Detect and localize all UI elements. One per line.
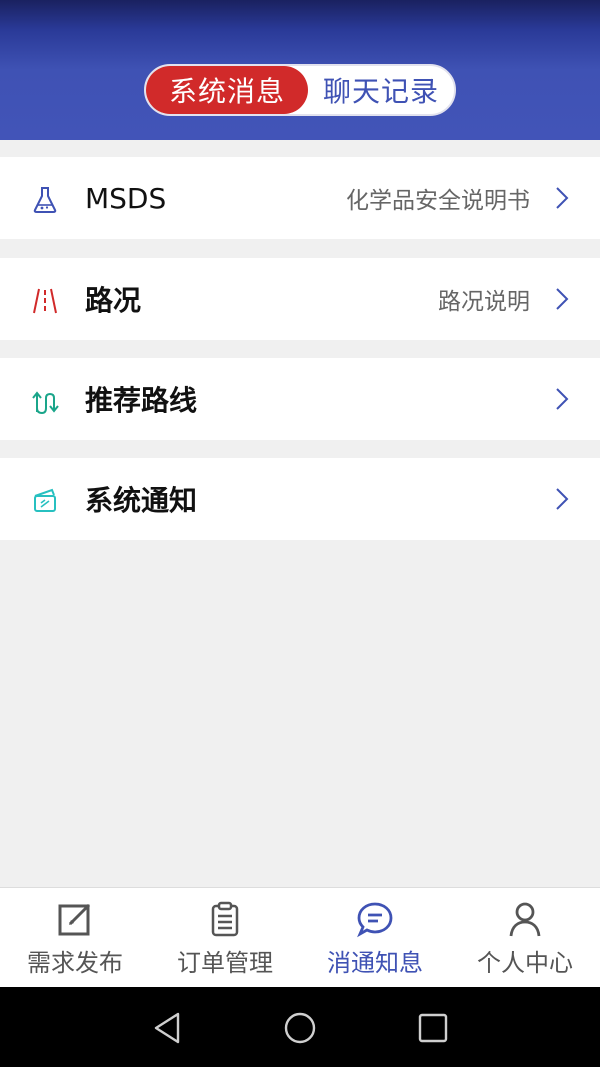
back-icon[interactable] <box>150 1011 184 1045</box>
tab-label: 个人中心 <box>477 949 573 977</box>
list-item-recommended-route[interactable]: 推荐路线 <box>0 358 600 440</box>
app-header: 系统消息 聊天记录 <box>0 0 600 140</box>
tab-profile[interactable]: 个人中心 <box>450 888 600 988</box>
chevron-right-icon <box>556 388 569 410</box>
bottom-tab-bar: 需求发布 订单管理 消通知息 个人中心 <box>0 887 600 988</box>
clipboard-icon <box>211 901 239 937</box>
tab-label: 需求发布 <box>27 949 123 977</box>
recent-apps-icon[interactable] <box>416 1011 450 1045</box>
person-icon <box>509 902 541 937</box>
row-subtitle: 化学品安全说明书 <box>346 188 530 214</box>
tab-label: 消通知息 <box>327 949 423 977</box>
row-title: MSDS <box>85 181 167 215</box>
chevron-right-icon <box>556 288 569 310</box>
row-title: 路况 <box>85 284 142 317</box>
tab-system-messages[interactable]: 系统消息 <box>146 66 308 114</box>
list-item-msds[interactable]: MSDS 化学品安全说明书 <box>0 157 600 239</box>
road-icon <box>33 288 57 314</box>
chevron-right-icon <box>556 187 569 209</box>
row-title: 系统通知 <box>85 484 198 517</box>
chevron-right-icon <box>556 488 569 510</box>
edit-icon <box>58 903 91 936</box>
tab-publish-demand[interactable]: 需求发布 <box>0 888 150 988</box>
message-type-switch: 系统消息 聊天记录 <box>144 64 456 116</box>
row-title: 推荐路线 <box>85 384 198 417</box>
list-item-road-conditions[interactable]: 路况 路况说明 <box>0 258 600 340</box>
row-subtitle: 路况说明 <box>438 289 530 315</box>
tab-order-management[interactable]: 订单管理 <box>150 888 300 988</box>
list-item-system-notice[interactable]: 系统通知 <box>0 458 600 540</box>
home-icon[interactable] <box>283 1011 317 1045</box>
tab-chat-history[interactable]: 聊天记录 <box>308 66 454 114</box>
tab-label: 订单管理 <box>177 949 273 977</box>
system-navigation-bar <box>0 987 600 1067</box>
route-arrows-icon <box>32 391 59 415</box>
notice-box-icon <box>34 488 56 512</box>
tab-messages[interactable]: 消通知息 <box>300 888 450 988</box>
flask-icon <box>33 187 57 213</box>
chat-bubble-icon <box>357 902 393 938</box>
